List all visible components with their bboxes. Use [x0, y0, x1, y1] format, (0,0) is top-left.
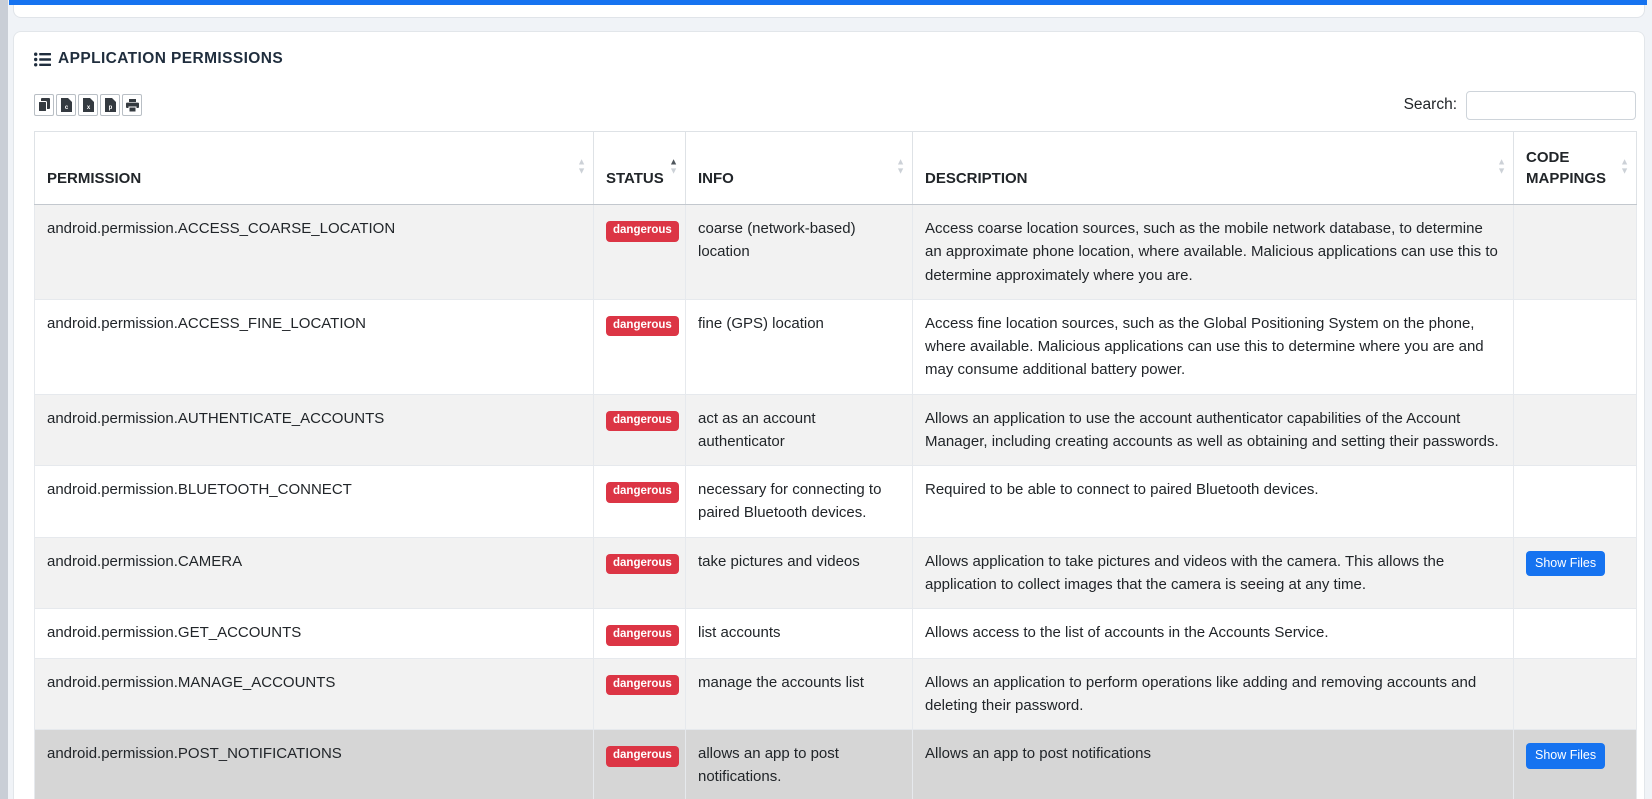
pdf-export-button[interactable]: p — [100, 94, 120, 116]
table-row: android.permission.GET_ACCOUNTS dangerou… — [35, 609, 1637, 659]
list-icon — [34, 52, 51, 67]
csv-export-button[interactable]: c — [56, 94, 76, 116]
code-mappings-cell: Show Files — [1514, 537, 1637, 609]
permission-cell: android.permission.AUTHENTICATE_ACCOUNTS — [35, 394, 594, 466]
print-button[interactable] — [122, 94, 142, 116]
permission-cell: android.permission.CAMERA — [35, 537, 594, 609]
excel-export-button[interactable]: x — [78, 94, 98, 116]
svg-text:p: p — [108, 105, 112, 111]
show-files-button[interactable]: Show Files — [1526, 743, 1605, 769]
page: APPLICATION PERMISSIONS — [0, 0, 1652, 799]
print-icon — [126, 99, 139, 112]
column-header-code-mappings[interactable]: CODE MAPPINGS ▲▼ — [1514, 132, 1637, 205]
status-badge: dangerous — [606, 482, 679, 503]
search-label: Search: — [1404, 96, 1457, 114]
toolbar: c x p — [34, 90, 1636, 120]
sort-icons: ▲▼ — [1620, 157, 1629, 174]
table-row: android.permission.BLUETOOTH_CONNECT dan… — [35, 466, 1637, 538]
status-cell: dangerous — [594, 658, 686, 730]
column-label: STATUS — [606, 170, 664, 187]
column-label: CODE MAPPINGS — [1526, 149, 1606, 188]
permission-cell: android.permission.GET_ACCOUNTS — [35, 609, 594, 659]
search-area: Search: — [1404, 91, 1636, 120]
status-cell: dangerous — [594, 609, 686, 659]
search-input[interactable] — [1466, 91, 1636, 120]
status-cell: dangerous — [594, 537, 686, 609]
status-badge: dangerous — [606, 675, 679, 696]
copy-button[interactable] — [34, 94, 54, 116]
description-cell: Allows an application to perform operati… — [913, 658, 1514, 730]
status-cell: dangerous — [594, 299, 686, 394]
permission-cell: android.permission.POST_NOTIFICATIONS — [35, 730, 594, 799]
status-badge: dangerous — [606, 221, 679, 242]
table-row: android.permission.AUTHENTICATE_ACCOUNTS… — [35, 394, 1637, 466]
sort-asc-icon: ▲▼ — [669, 157, 678, 174]
table-row: android.permission.ACCESS_FINE_LOCATION … — [35, 299, 1637, 394]
info-cell: necessary for connecting to paired Bluet… — [686, 466, 913, 538]
description-cell: Allows an application to use the account… — [913, 394, 1514, 466]
table-row-hovered: android.permission.POST_NOTIFICATIONS da… — [35, 730, 1637, 799]
column-header-description[interactable]: DESCRIPTION ▲▼ — [913, 132, 1514, 205]
column-label: DESCRIPTION — [925, 170, 1028, 187]
permission-cell: android.permission.ACCESS_COARSE_LOCATIO… — [35, 205, 594, 300]
status-badge: dangerous — [606, 554, 679, 575]
code-mappings-cell — [1514, 205, 1637, 300]
status-cell: dangerous — [594, 730, 686, 799]
info-cell: list accounts — [686, 609, 913, 659]
status-cell: dangerous — [594, 205, 686, 300]
info-cell: take pictures and videos — [686, 537, 913, 609]
sort-icons: ▲▼ — [1497, 157, 1506, 174]
code-mappings-cell: Show Files — [1514, 730, 1637, 799]
description-cell: Access fine location sources, such as th… — [913, 299, 1514, 394]
file-excel-icon: x — [83, 98, 94, 112]
status-badge: dangerous — [606, 746, 679, 767]
copy-icon — [38, 98, 50, 112]
column-label: PERMISSION — [47, 170, 141, 187]
column-header-permission[interactable]: PERMISSION ▲▼ — [35, 132, 594, 205]
sort-icons: ▲▼ — [577, 157, 586, 174]
section-title: APPLICATION PERMISSIONS — [58, 50, 283, 68]
info-cell: act as an account authenticator — [686, 394, 913, 466]
sort-icons: ▲▼ — [896, 157, 905, 174]
info-cell: fine (GPS) location — [686, 299, 913, 394]
column-header-status[interactable]: STATUS ▲▼ — [594, 132, 686, 205]
code-mappings-cell — [1514, 466, 1637, 538]
column-header-info[interactable]: INFO ▲▼ — [686, 132, 913, 205]
status-badge: dangerous — [606, 625, 679, 646]
code-mappings-cell — [1514, 658, 1637, 730]
application-permissions-card: APPLICATION PERMISSIONS — [13, 31, 1645, 799]
info-cell: manage the accounts list — [686, 658, 913, 730]
description-cell: Allows application to take pictures and … — [913, 537, 1514, 609]
status-cell: dangerous — [594, 466, 686, 538]
permission-cell: android.permission.BLUETOOTH_CONNECT — [35, 466, 594, 538]
show-files-button[interactable]: Show Files — [1526, 551, 1605, 577]
permission-cell: android.permission.ACCESS_FINE_LOCATION — [35, 299, 594, 394]
table-row: android.permission.ACCESS_COARSE_LOCATIO… — [35, 205, 1637, 300]
file-csv-icon: c — [61, 98, 72, 112]
application-permissions-table: PERMISSION ▲▼ STATUS ▲▼ INFO ▲▼ DESCRIPT… — [34, 131, 1637, 799]
status-cell: dangerous — [594, 394, 686, 466]
top-accent-bar — [9, 0, 1647, 5]
description-cell: Allows access to the list of accounts in… — [913, 609, 1514, 659]
description-cell: Allows an app to post notifications — [913, 730, 1514, 799]
status-badge: dangerous — [606, 411, 679, 432]
info-cell: coarse (network-based) location — [686, 205, 913, 300]
table-header-row: PERMISSION ▲▼ STATUS ▲▼ INFO ▲▼ DESCRIPT… — [35, 132, 1637, 205]
file-pdf-icon: p — [105, 98, 116, 112]
export-button-group: c x p — [34, 94, 142, 116]
permission-cell: android.permission.MANAGE_ACCOUNTS — [35, 658, 594, 730]
card-title-row: APPLICATION PERMISSIONS — [34, 48, 1644, 70]
window-edge — [0, 0, 8, 799]
table-row: android.permission.CAMERA dangerous take… — [35, 537, 1637, 609]
code-mappings-cell — [1514, 394, 1637, 466]
table-row: android.permission.MANAGE_ACCOUNTS dange… — [35, 658, 1637, 730]
status-badge: dangerous — [606, 316, 679, 337]
description-cell: Required to be able to connect to paired… — [913, 466, 1514, 538]
description-cell: Access coarse location sources, such as … — [913, 205, 1514, 300]
column-label: INFO — [698, 170, 734, 187]
code-mappings-cell — [1514, 299, 1637, 394]
code-mappings-cell — [1514, 609, 1637, 659]
info-cell: allows an app to post notifications. — [686, 730, 913, 799]
